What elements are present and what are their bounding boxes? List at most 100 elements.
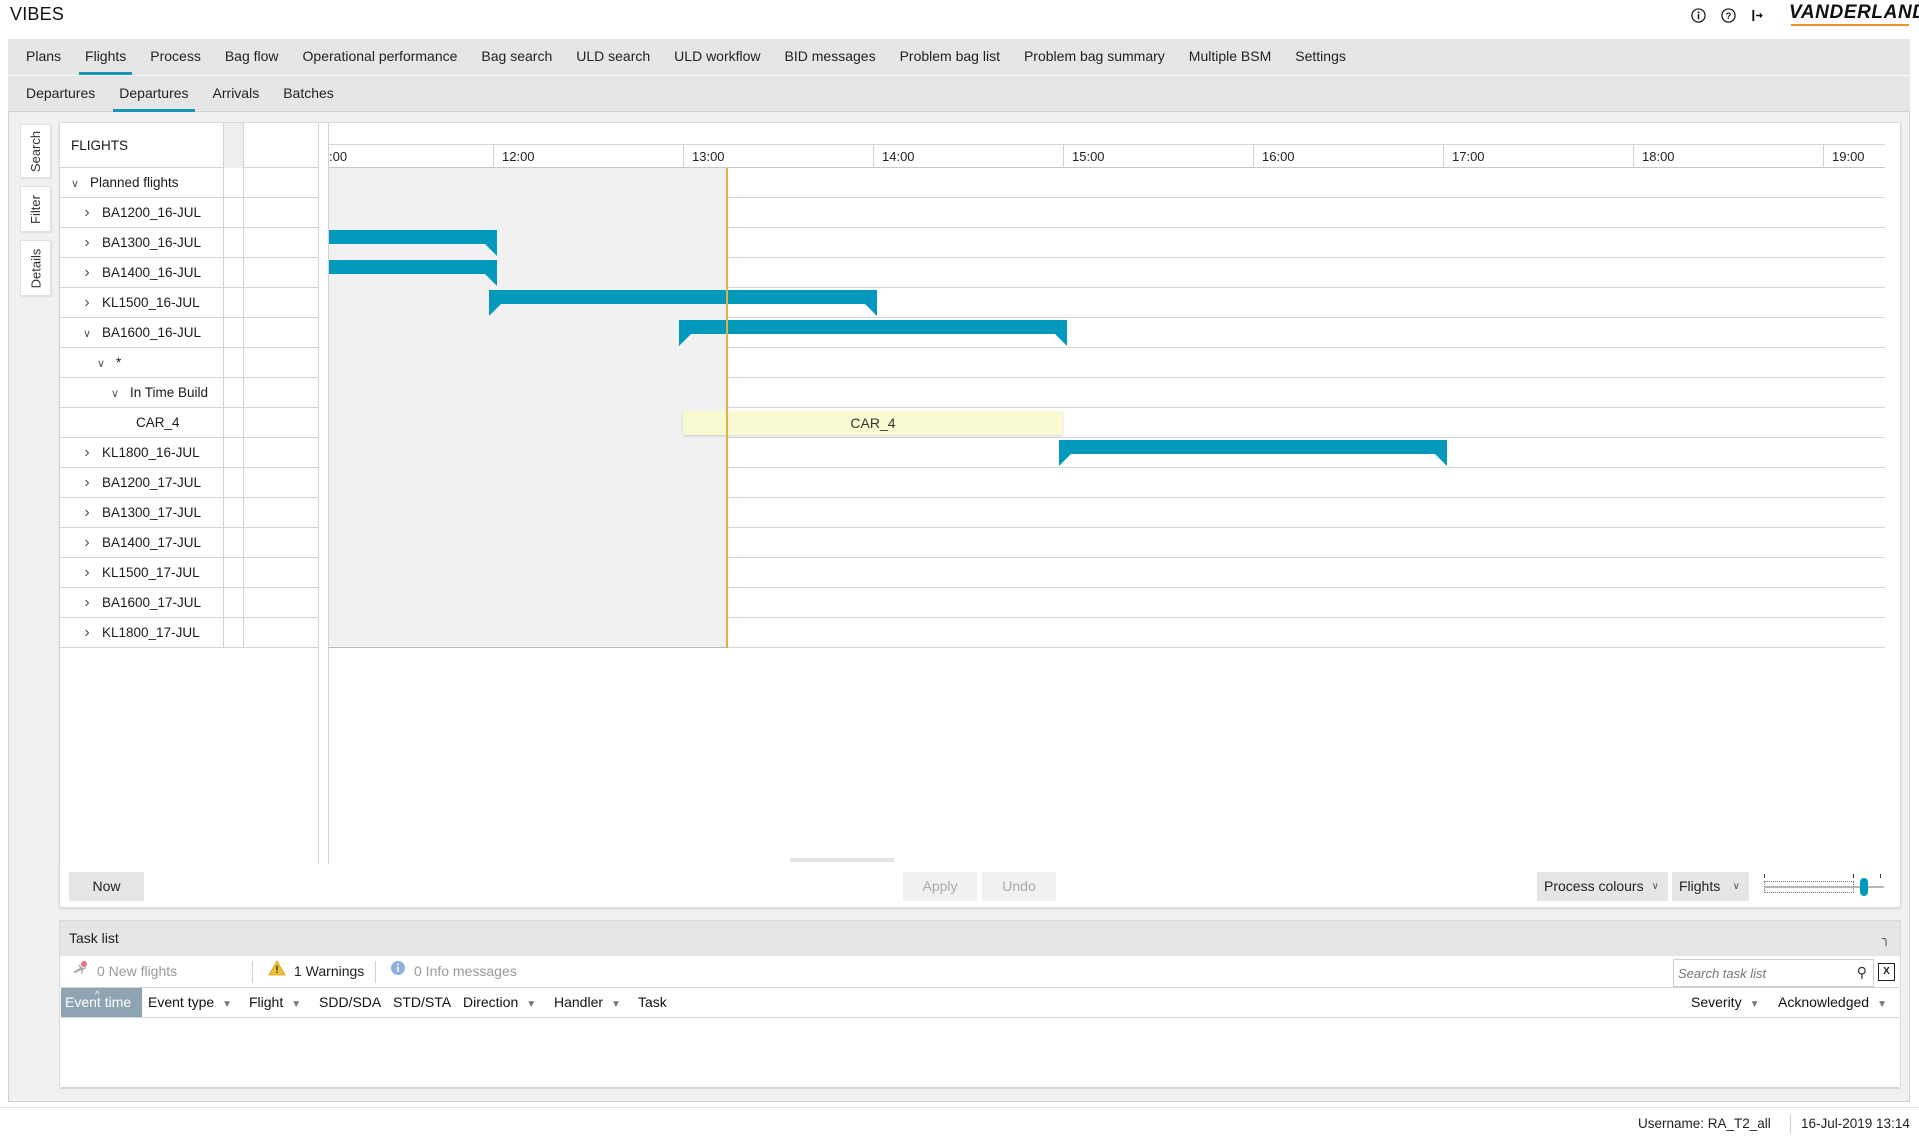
horizontal-scrollbar[interactable] — [790, 858, 894, 862]
nav-multiple-bsm[interactable]: Multiple BSM — [1177, 39, 1283, 75]
tree-cell[interactable]: › KL1500_17-JUL — [60, 558, 224, 587]
chevron-down-icon[interactable]: ∨ — [108, 380, 122, 407]
nav-uld-workflow[interactable]: ULD workflow — [662, 39, 772, 75]
column-task[interactable]: Task — [638, 988, 667, 1017]
tree-cell[interactable]: › BA1200_17-JUL — [60, 468, 224, 497]
now-button[interactable]: Now — [69, 872, 144, 901]
nav-problem-bag-summary[interactable]: Problem bag summary — [1012, 39, 1177, 75]
tree-row[interactable]: › BA1400_16-JUL — [60, 258, 319, 288]
column-event-type[interactable]: Event type ▼ — [148, 988, 232, 1017]
new-flights-filter[interactable]: 0 New flights — [71, 960, 177, 983]
carrier-bar[interactable]: CAR_4 — [683, 411, 1063, 435]
tree-cell[interactable]: › BA1600_17-JUL — [60, 588, 224, 617]
tree-row[interactable]: › BA1200_17-JUL — [60, 468, 319, 498]
tree-row[interactable]: › KL1800_16-JUL — [60, 438, 319, 468]
tree-row[interactable]: › KL1800_17-JUL — [60, 618, 319, 648]
tree-cell[interactable]: › BA1200_16-JUL — [60, 198, 224, 227]
subtab-arrivals[interactable]: Arrivals — [201, 76, 272, 112]
nav-settings[interactable]: Settings — [1283, 39, 1358, 75]
flight-bar[interactable] — [489, 290, 877, 316]
side-tab-search[interactable]: Search — [20, 124, 51, 178]
tree-row[interactable]: › KL1500_17-JUL — [60, 558, 319, 588]
filter-icon[interactable]: ▼ — [291, 999, 301, 1010]
tree-row[interactable]: ∨ In Time Build — [60, 378, 319, 408]
tree-row[interactable]: CAR_4 — [60, 408, 319, 438]
nav-plans[interactable]: Plans — [14, 39, 73, 75]
chevron-down-icon[interactable]: ∨ — [68, 170, 82, 197]
chevron-right-icon[interactable]: › — [80, 558, 94, 587]
chevron-right-icon[interactable]: › — [80, 588, 94, 617]
subtab-departures-1[interactable]: Departures — [14, 76, 107, 112]
flight-bar[interactable] — [1059, 440, 1447, 466]
warnings-filter[interactable]: 1 Warnings — [268, 960, 364, 983]
task-search-input[interactable] — [1674, 960, 1844, 986]
bar-end-tab[interactable] — [864, 304, 877, 316]
subtab-departures-2[interactable]: Departures — [107, 76, 200, 112]
chevron-right-icon[interactable]: › — [80, 228, 94, 257]
bar-end-tab[interactable] — [1054, 334, 1067, 346]
tree-row[interactable]: › BA1400_17-JUL — [60, 528, 319, 558]
chevron-right-icon[interactable]: › — [80, 198, 94, 227]
subtab-batches[interactable]: Batches — [271, 76, 346, 112]
view-mode-dropdown[interactable]: Flights ∨ — [1672, 872, 1749, 901]
flight-bar[interactable] — [329, 260, 497, 286]
nav-bag-flow[interactable]: Bag flow — [213, 39, 291, 75]
undo-button[interactable]: Undo — [982, 872, 1056, 901]
tree-cell[interactable]: › BA1400_17-JUL — [60, 528, 224, 557]
nav-problem-bag-list[interactable]: Problem bag list — [888, 39, 1012, 75]
bar-start-tab[interactable] — [489, 304, 502, 316]
logout-icon[interactable] — [1750, 7, 1766, 23]
column-event-time[interactable]: ^ Event time — [61, 988, 142, 1017]
tree-cell[interactable]: ∨ Planned flights — [60, 168, 224, 197]
filter-icon[interactable]: ▼ — [1750, 999, 1760, 1010]
column-direction[interactable]: Direction ▼ — [463, 988, 536, 1017]
tree-cell[interactable]: ∨ * — [60, 348, 224, 377]
tree-cell[interactable]: › KL1500_16-JUL — [60, 288, 224, 317]
bar-start-tab[interactable] — [1059, 454, 1072, 466]
info-icon[interactable] — [1690, 7, 1706, 23]
slider-thumb[interactable] — [1859, 878, 1868, 896]
nav-bag-search[interactable]: Bag search — [469, 39, 564, 75]
column-acknowledged[interactable]: Acknowledged ▼ — [1778, 988, 1887, 1017]
tree-cell[interactable]: › BA1400_16-JUL — [60, 258, 224, 287]
filter-icon[interactable]: ▼ — [222, 999, 232, 1010]
tree-row[interactable]: › BA1300_16-JUL — [60, 228, 319, 258]
tree-row[interactable]: ∨ BA1600_16-JUL — [60, 318, 319, 348]
info-messages-filter[interactable]: 0 Info messages — [390, 960, 517, 983]
chevron-right-icon[interactable]: › — [80, 528, 94, 557]
nav-operational-performance[interactable]: Operational performance — [291, 39, 470, 75]
column-std-sta[interactable]: STD/STA — [393, 988, 451, 1017]
column-handler[interactable]: Handler ▼ — [554, 988, 621, 1017]
tree-row[interactable]: › BA1200_16-JUL — [60, 198, 319, 228]
filter-icon[interactable]: ▼ — [1877, 999, 1887, 1010]
chevron-down-icon[interactable]: ∨ — [80, 320, 94, 347]
chevron-right-icon[interactable]: › — [80, 288, 94, 317]
help-icon[interactable]: ? — [1720, 7, 1736, 23]
tree-cell[interactable]: ∨ BA1600_16-JUL — [60, 318, 224, 347]
tree-row[interactable]: › BA1300_17-JUL — [60, 498, 319, 528]
tree-row[interactable]: › BA1600_17-JUL — [60, 588, 319, 618]
flight-bar[interactable] — [329, 230, 497, 256]
nav-process[interactable]: Process — [138, 39, 213, 75]
tree-cell[interactable]: › BA1300_16-JUL — [60, 228, 224, 257]
pin-icon[interactable]: ╮ — [1882, 921, 1890, 956]
panel-splitter[interactable] — [318, 123, 319, 864]
bar-end-tab[interactable] — [1434, 454, 1447, 466]
nav-flights[interactable]: Flights — [73, 39, 138, 75]
side-tab-filter[interactable]: Filter — [20, 186, 51, 232]
column-sdd-sda[interactable]: SDD/SDA — [319, 988, 381, 1017]
chevron-down-icon[interactable]: ∨ — [94, 350, 108, 377]
process-colours-dropdown[interactable]: Process colours ∨ — [1537, 872, 1668, 901]
chevron-right-icon[interactable]: › — [80, 258, 94, 287]
nav-uld-search[interactable]: ULD search — [564, 39, 662, 75]
chevron-right-icon[interactable]: › — [80, 618, 94, 647]
tree-cell[interactable]: › KL1800_17-JUL — [60, 618, 224, 647]
column-flight[interactable]: Flight ▼ — [249, 988, 301, 1017]
tree-row[interactable]: ∨ * — [60, 348, 319, 378]
apply-button[interactable]: Apply — [903, 872, 977, 901]
side-tab-details[interactable]: Details — [20, 240, 51, 296]
bar-end-tab[interactable] — [484, 274, 497, 286]
bar-start-tab[interactable] — [679, 334, 692, 346]
tree-cell[interactable]: ∨ In Time Build — [60, 378, 224, 407]
chevron-right-icon[interactable]: › — [80, 468, 94, 497]
